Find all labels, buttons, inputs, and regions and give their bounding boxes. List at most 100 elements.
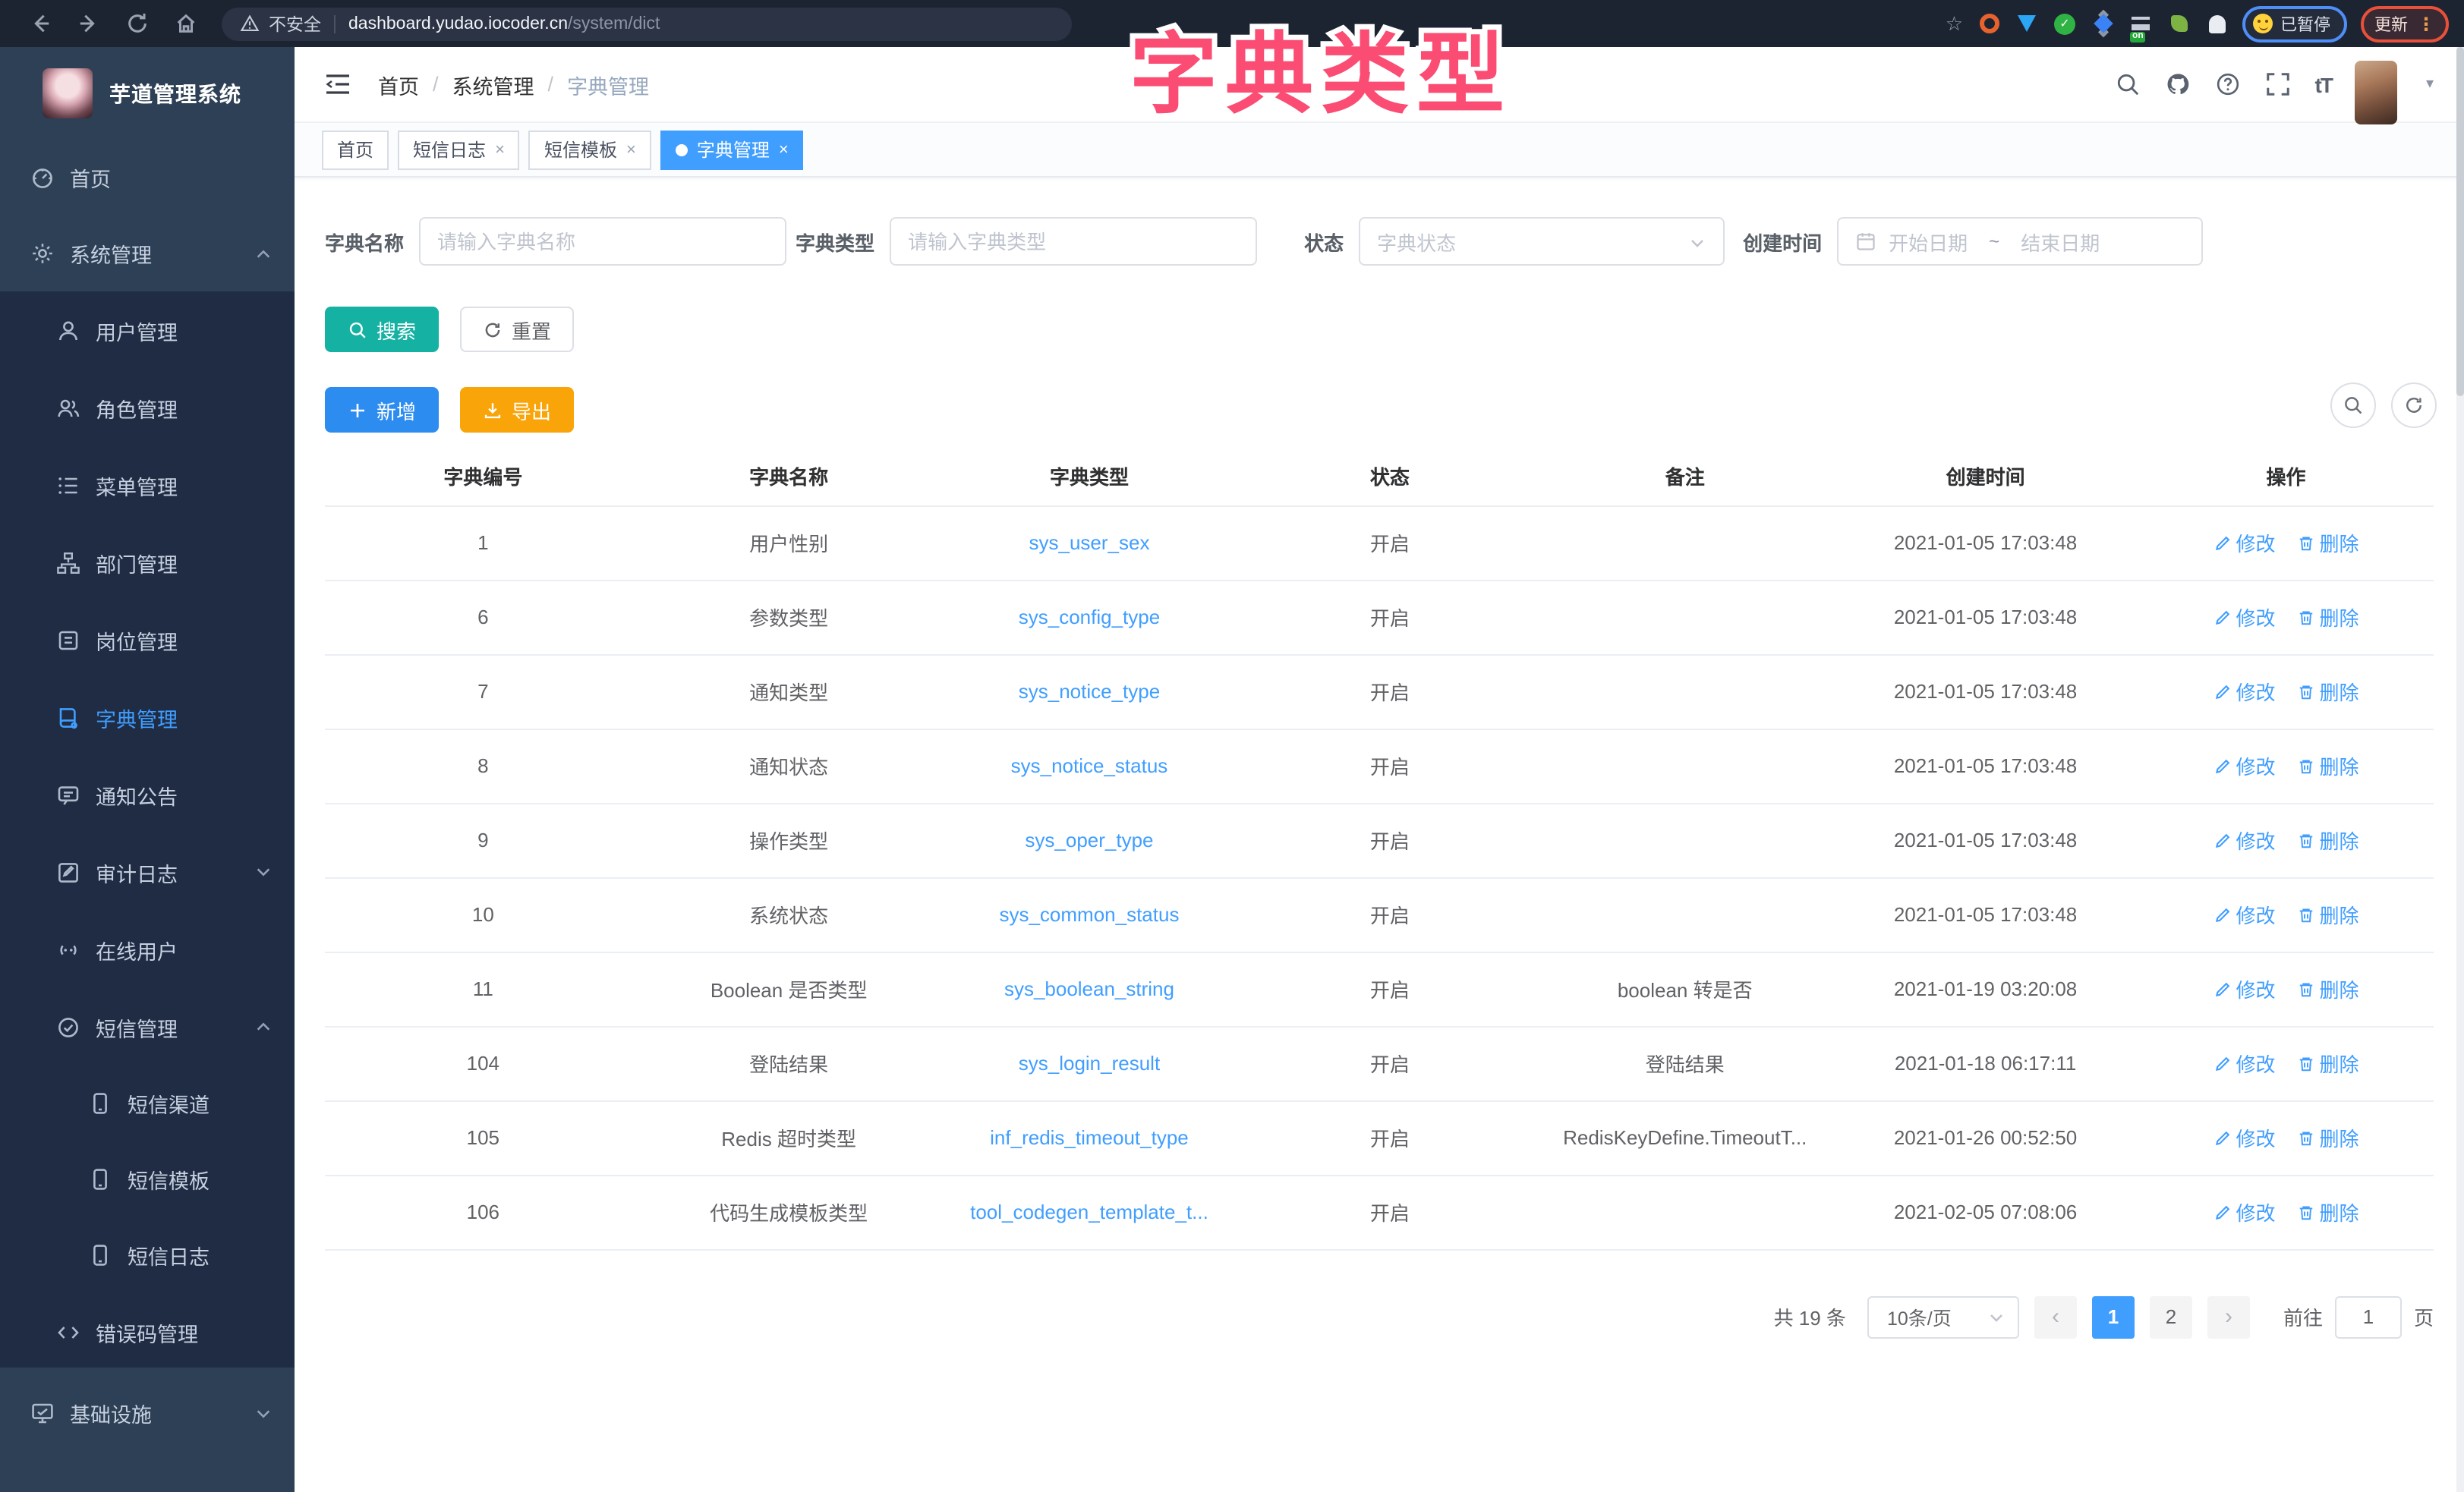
github-icon[interactable] <box>2165 71 2192 98</box>
page-1-button[interactable]: 1 <box>2092 1295 2135 1338</box>
edit-button[interactable]: 修改 <box>2213 677 2275 706</box>
close-icon[interactable]: × <box>779 140 789 159</box>
browser-reload-icon[interactable] <box>120 7 153 40</box>
edit-button[interactable]: 修改 <box>2213 603 2275 631</box>
hamburger-icon[interactable] <box>325 73 351 96</box>
next-page-button[interactable]: › <box>2207 1295 2250 1338</box>
dict-type-link[interactable]: sys_oper_type <box>937 803 1243 877</box>
breadcrumb-home[interactable]: 首页 <box>378 69 419 99</box>
bookmark-star-icon[interactable]: ☆ <box>1946 11 1963 36</box>
search-button[interactable]: 搜索 <box>325 307 439 352</box>
table-row[interactable]: 7通知类型sys_notice_type开启2021-01-05 17:03:4… <box>325 654 2434 729</box>
prev-page-button[interactable]: ‹ <box>2034 1295 2077 1338</box>
extension-icon-orange-ring[interactable] <box>1977 11 2001 36</box>
sidebar-item-sms[interactable]: 短信管理 <box>0 988 295 1065</box>
edit-button[interactable]: 修改 <box>2213 974 2275 1003</box>
edit-button[interactable]: 修改 <box>2213 528 2275 557</box>
dict-type-link[interactable]: sys_notice_type <box>937 654 1243 729</box>
table-row[interactable]: 9操作类型sys_oper_type开启2021-01-05 17:03:48修… <box>325 803 2434 877</box>
font-size-icon[interactable]: tT <box>2315 72 2332 96</box>
table-row[interactable]: 105Redis 超时类型inf_redis_timeout_type开启Red… <box>325 1100 2434 1175</box>
dict-name-input[interactable] <box>437 230 768 253</box>
extension-icon-blue-diamond[interactable] <box>2091 11 2115 36</box>
delete-button[interactable]: 删除 <box>2296 677 2358 706</box>
extension-icon-green-plant[interactable] <box>2166 11 2191 36</box>
address-bar[interactable]: 不安全 dashboard.yudao.iocoder.cn/system/di… <box>222 7 1072 40</box>
user-avatar[interactable] <box>2355 60 2397 124</box>
extension-icon-blue-gem[interactable] <box>2015 11 2039 36</box>
sidebar-item-sms-log[interactable]: 短信日志 <box>0 1217 295 1293</box>
edit-button[interactable]: 修改 <box>2213 1049 2275 1078</box>
browser-menu-icon[interactable]: ⋮ <box>2417 13 2435 34</box>
sidebar-item-sms-template[interactable]: 短信模板 <box>0 1141 295 1217</box>
edit-button[interactable]: 修改 <box>2213 1123 2275 1152</box>
table-row[interactable]: 1用户性别sys_user_sex开启2021-01-05 17:03:48修改… <box>325 505 2434 580</box>
tag-sms-log[interactable]: 短信日志× <box>398 130 520 169</box>
status-select[interactable]: 字典状态 <box>1359 217 1725 266</box>
sidebar-item-system[interactable]: 系统管理 <box>0 216 295 291</box>
goto-page-input[interactable] <box>2335 1295 2402 1338</box>
delete-button[interactable]: 删除 <box>2296 1049 2358 1078</box>
delete-button[interactable]: 删除 <box>2296 528 2358 557</box>
dict-type-link[interactable]: sys_login_result <box>937 1026 1243 1100</box>
dict-type-link[interactable]: sys_user_sex <box>937 505 1243 580</box>
table-row[interactable]: 11Boolean 是否类型sys_boolean_string开启boolea… <box>325 952 2434 1026</box>
table-row[interactable]: 8通知状态sys_notice_status开启2021-01-05 17:03… <box>325 729 2434 803</box>
paused-extension-badge[interactable]: 已暂停 <box>2242 5 2347 42</box>
delete-button[interactable]: 删除 <box>2296 751 2358 780</box>
extension-icon-green-circle[interactable]: ✓ <box>2053 11 2077 36</box>
breadcrumb-system[interactable]: 系统管理 <box>452 69 534 99</box>
edit-button[interactable]: 修改 <box>2213 1198 2275 1226</box>
edit-button[interactable]: 修改 <box>2213 900 2275 929</box>
refresh-icon-button[interactable] <box>2391 382 2437 428</box>
reset-button[interactable]: 重置 <box>460 307 574 352</box>
dict-type-link[interactable]: sys_common_status <box>937 877 1243 952</box>
sidebar-item-home[interactable]: 首页 <box>0 140 295 216</box>
delete-button[interactable]: 删除 <box>2296 1198 2358 1226</box>
sidebar-item-departments[interactable]: 部门管理 <box>0 524 295 601</box>
edit-button[interactable]: 修改 <box>2213 751 2275 780</box>
browser-home-icon[interactable] <box>169 7 202 40</box>
delete-button[interactable]: 删除 <box>2296 826 2358 855</box>
show-search-icon-button[interactable] <box>2330 382 2376 428</box>
sidebar-item-roles[interactable]: 角色管理 <box>0 369 295 446</box>
header-search-icon[interactable] <box>2115 71 2142 98</box>
table-row[interactable]: 106代码生成模板类型tool_codegen_template_t...开启2… <box>325 1175 2434 1249</box>
sidebar-item-users[interactable]: 用户管理 <box>0 291 295 369</box>
dict-type-link[interactable]: sys_config_type <box>937 580 1243 654</box>
page-2-button[interactable]: 2 <box>2150 1295 2192 1338</box>
table-row[interactable]: 104登陆结果sys_login_result开启登陆结果2021-01-18 … <box>325 1026 2434 1100</box>
sidebar-item-audit-logs[interactable]: 审计日志 <box>0 833 295 911</box>
sidebar-item-sms-channel[interactable]: 短信渠道 <box>0 1065 295 1141</box>
delete-button[interactable]: 删除 <box>2296 603 2358 631</box>
export-button[interactable]: 导出 <box>460 387 574 433</box>
tag-sms-template[interactable]: 短信模板× <box>529 130 651 169</box>
app-logo[interactable]: 芋道管理系统 <box>0 47 295 140</box>
browser-back-icon[interactable] <box>23 7 56 40</box>
sidebar-item-error-codes[interactable]: 错误码管理 <box>0 1293 295 1371</box>
add-button[interactable]: 新增 <box>325 387 439 433</box>
dict-type-link[interactable]: sys_boolean_string <box>937 952 1243 1026</box>
sidebar-item-infrastructure[interactable]: 基础设施 <box>0 1368 295 1459</box>
page-size-select[interactable]: 10条/页 <box>1867 1295 2019 1338</box>
edit-button[interactable]: 修改 <box>2213 826 2275 855</box>
dict-type-link[interactable]: sys_notice_status <box>937 729 1243 803</box>
close-icon[interactable]: × <box>495 140 505 159</box>
sidebar-item-posts[interactable]: 岗位管理 <box>0 601 295 678</box>
fullscreen-icon[interactable] <box>2265 71 2292 98</box>
table-row[interactable]: 6参数类型sys_config_type开启2021-01-05 17:03:4… <box>325 580 2434 654</box>
delete-button[interactable]: 删除 <box>2296 1123 2358 1152</box>
tag-dict-active[interactable]: 字典管理× <box>660 130 804 169</box>
table-row[interactable]: 10系统状态sys_common_status开启2021-01-05 17:0… <box>325 877 2434 952</box>
browser-forward-icon[interactable] <box>71 7 105 40</box>
extension-icon-white-figure[interactable] <box>2204 11 2229 36</box>
chrome-update-button[interactable]: 更新 ⋮ <box>2361 5 2449 42</box>
extension-icon-list-on[interactable]: on <box>2128 11 2153 36</box>
dict-type-link[interactable]: tool_codegen_template_t... <box>937 1175 1243 1249</box>
close-icon[interactable]: × <box>626 140 636 159</box>
dict-type-input[interactable] <box>908 230 1239 253</box>
delete-button[interactable]: 删除 <box>2296 900 2358 929</box>
page-scrollbar[interactable] <box>2456 47 2464 1492</box>
scrollbar-thumb[interactable] <box>2456 47 2464 396</box>
tag-home[interactable]: 首页 <box>322 130 389 169</box>
